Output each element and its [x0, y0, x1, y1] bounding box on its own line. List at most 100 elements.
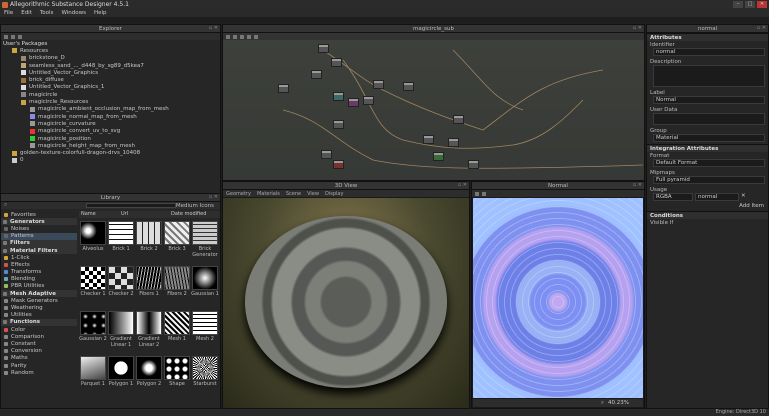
library-category[interactable]: Functions	[1, 318, 77, 326]
library-thumbnail[interactable]	[108, 311, 134, 335]
panel-close-icon[interactable]: ▫ ✕	[757, 25, 766, 31]
library-category[interactable]: Weathering	[1, 304, 77, 311]
new-package-icon[interactable]	[4, 34, 8, 39]
panel-close-icon[interactable]: ▫ ✕	[633, 25, 642, 31]
graph-node[interactable]	[333, 92, 344, 101]
library-thumbnail[interactable]	[136, 266, 162, 290]
library-thumbnail[interactable]	[192, 356, 218, 380]
explorer-item[interactable]: Resources	[1, 47, 220, 54]
graph-node[interactable]	[423, 135, 434, 144]
menu-edit[interactable]: Edit	[21, 10, 32, 16]
library-category[interactable]: Utilities	[1, 312, 77, 319]
library-category[interactable]: PBR Utilities	[1, 283, 77, 290]
usage-value-select[interactable]: normal	[695, 193, 739, 201]
graph-node[interactable]	[403, 82, 414, 91]
graph-node[interactable]	[331, 58, 342, 67]
remove-usage-icon[interactable]: ✕	[741, 193, 746, 201]
usage-channel-select[interactable]: RGBA	[653, 193, 693, 201]
library-thumbnail[interactable]	[164, 266, 190, 290]
library-category[interactable]: Material Filters	[1, 246, 77, 255]
menu-scene[interactable]: Scene	[286, 191, 301, 197]
save-icon[interactable]	[18, 34, 22, 39]
library-category[interactable]: Parity	[1, 362, 77, 369]
group-field[interactable]: Material	[653, 134, 765, 142]
menu-help[interactable]: Help	[94, 10, 107, 16]
library-category[interactable]: Color	[1, 326, 77, 333]
explorer-item[interactable]: magicircle_position	[1, 135, 220, 142]
library-thumbnail[interactable]	[164, 221, 190, 245]
view-tool-icon[interactable]	[482, 191, 486, 196]
explorer-item[interactable]: brickstone_D	[1, 55, 220, 62]
attributes-section[interactable]: Attributes	[647, 33, 768, 41]
explorer-item[interactable]: brick_diffuse	[1, 76, 220, 83]
library-thumbnail[interactable]	[108, 221, 134, 245]
label-field[interactable]: Normal	[653, 96, 765, 104]
library-category[interactable]: Random	[1, 369, 77, 376]
library-thumbnail[interactable]	[164, 311, 190, 335]
library-thumbnail[interactable]	[80, 221, 106, 245]
library-category[interactable]: Conversion	[1, 348, 77, 355]
format-select[interactable]: Default Format	[653, 159, 765, 167]
identifier-field[interactable]: normal	[653, 48, 765, 56]
explorer-item[interactable]: seamless_sand_..._d448_by_sg89_d5kea7	[1, 62, 220, 69]
library-thumbnail[interactable]	[80, 311, 106, 335]
explorer-item[interactable]: magicircle_curvature	[1, 120, 220, 127]
library-thumbnail[interactable]	[136, 311, 162, 335]
graph-node[interactable]	[468, 160, 479, 169]
explorer-item[interactable]: magicircle	[1, 91, 220, 98]
panel-close-icon[interactable]: ▫ ✕	[458, 182, 467, 188]
graph-node[interactable]	[448, 138, 459, 147]
panel-close-icon[interactable]: ▫ ✕	[209, 25, 218, 31]
tree-root[interactable]: User's Packages	[1, 40, 220, 47]
menu-display[interactable]: Display	[325, 191, 343, 197]
description-field[interactable]	[653, 65, 765, 87]
library-category[interactable]: Constant	[1, 340, 77, 347]
col-url[interactable]: Url	[121, 211, 171, 218]
panel-close-icon[interactable]: ▫ ✕	[633, 182, 642, 188]
library-thumbnail[interactable]	[136, 356, 162, 380]
explorer-item[interactable]: magicircle_Resources	[1, 98, 220, 105]
graph-node[interactable]	[373, 80, 384, 89]
library-search-input[interactable]	[86, 203, 177, 208]
integration-section[interactable]: Integration Attributes	[647, 144, 768, 152]
userdata-field[interactable]	[653, 113, 765, 125]
library-thumbnail[interactable]	[164, 356, 190, 380]
library-category[interactable]: 1-Click	[1, 254, 77, 261]
graph-node[interactable]	[321, 150, 332, 159]
library-category[interactable]: Maths	[1, 355, 77, 362]
graph-node[interactable]	[348, 98, 359, 107]
menu-file[interactable]: File	[4, 10, 13, 16]
library-category[interactable]: Comparison	[1, 333, 77, 340]
library-thumbnail[interactable]	[192, 311, 218, 335]
library-thumbnail[interactable]	[192, 266, 218, 290]
maximize-button[interactable]: □	[745, 1, 755, 8]
graph-tool-icon[interactable]	[240, 34, 244, 39]
explorer-item[interactable]: 0	[1, 157, 220, 164]
normal-map-preview[interactable]	[473, 198, 643, 398]
graph-node[interactable]	[278, 84, 289, 93]
library-thumbnail[interactable]	[80, 356, 106, 380]
close-button[interactable]: ✕	[757, 1, 767, 8]
library-thumbnail[interactable]	[80, 266, 106, 290]
library-category[interactable]: Transforms	[1, 269, 77, 276]
explorer-item[interactable]: magicircle_ambient_occlusion_map_from_me…	[1, 106, 220, 113]
graph-node[interactable]	[433, 152, 444, 161]
explorer-item[interactable]: Untitled_Vector_Graphics_1	[1, 84, 220, 91]
zoom-icon[interactable]: ⌕	[601, 400, 604, 407]
graph-tool-icon[interactable]	[247, 34, 251, 39]
graph-node[interactable]	[333, 120, 344, 129]
open-package-icon[interactable]	[11, 34, 15, 39]
explorer-item[interactable]: golden-texture-colorfull-dragon-drvs_104…	[1, 149, 220, 156]
library-thumbnail[interactable]	[136, 221, 162, 245]
col-date[interactable]: Date modified	[171, 211, 206, 218]
library-category[interactable]: Noises	[1, 225, 77, 232]
minimize-button[interactable]: –	[733, 1, 743, 8]
conditions-section[interactable]: Conditions	[647, 211, 768, 219]
library-category[interactable]: Filters	[1, 239, 77, 247]
panel-close-icon[interactable]: ▫ ✕	[209, 194, 218, 200]
viewport-3d[interactable]	[223, 198, 469, 408]
graph-node[interactable]	[453, 115, 464, 124]
library-category[interactable]: Mesh Adaptive	[1, 290, 77, 298]
explorer-item[interactable]: Untitled_Vector_Graphics	[1, 69, 220, 76]
library-category[interactable]: Favorites	[1, 211, 77, 218]
